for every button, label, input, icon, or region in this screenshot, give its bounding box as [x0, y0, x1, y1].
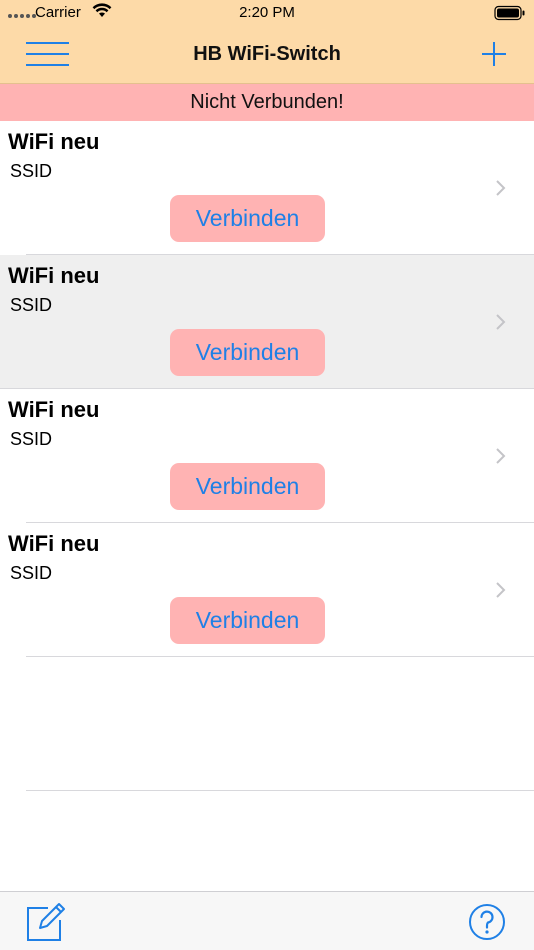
connect-button[interactable]: Verbinden [170, 463, 325, 510]
device-name: WiFi neu [8, 129, 100, 154]
device-list: WiFi neu SSID Verbinden WiFi neu SSID Ve… [0, 121, 534, 791]
device-row[interactable]: WiFi neu SSID Verbinden [0, 121, 534, 255]
device-ssid: SSID [10, 295, 53, 315]
connection-status-banner: Nicht Verbunden! [0, 84, 534, 121]
chevron-right-icon [496, 314, 506, 330]
chevron-right-icon [496, 180, 506, 196]
page-title: HB WiFi-Switch [193, 43, 341, 65]
device-ssid: SSID [10, 429, 53, 449]
device-ssid: SSID [10, 563, 53, 583]
status-bar: Carrier 2:20 PM [0, 0, 534, 28]
plus-icon[interactable] [482, 42, 506, 66]
device-name: WiFi neu [8, 531, 100, 556]
connect-button[interactable]: Verbinden [170, 597, 325, 644]
connect-button[interactable]: Verbinden [170, 195, 325, 242]
empty-list-row [0, 657, 534, 791]
bottom-toolbar [0, 891, 534, 950]
chevron-right-icon [496, 448, 506, 464]
device-name: WiFi neu [8, 397, 100, 422]
device-row[interactable]: WiFi neu SSID Verbinden [0, 389, 534, 523]
navigation-bar: HB WiFi-Switch [0, 28, 534, 84]
device-row[interactable]: WiFi neu SSID Verbinden [0, 255, 534, 389]
help-icon[interactable] [468, 903, 506, 941]
battery-icon [494, 5, 526, 25]
status-time: 2:20 PM [239, 4, 295, 21]
connect-button[interactable]: Verbinden [170, 329, 325, 376]
edit-icon[interactable] [26, 902, 66, 942]
device-row[interactable]: WiFi neu SSID Verbinden [0, 523, 534, 657]
device-ssid: SSID [10, 161, 53, 181]
device-name: WiFi neu [8, 263, 100, 288]
chevron-right-icon [496, 582, 506, 598]
